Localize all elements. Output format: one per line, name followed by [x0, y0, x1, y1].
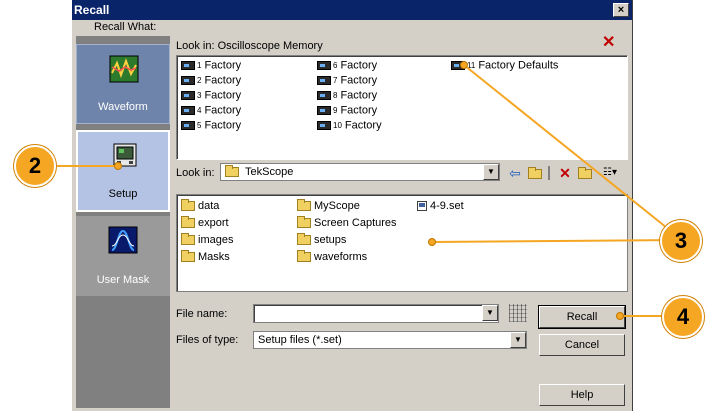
callout-dot — [114, 162, 122, 170]
callout-badge-2: 2 — [14, 145, 56, 187]
callout-badge-3: 3 — [660, 220, 702, 262]
callout-dot — [428, 238, 436, 246]
callout-badge-4: 4 — [662, 296, 704, 338]
callout-line-3a — [463, 64, 683, 241]
callout-dot — [460, 61, 468, 69]
callout-dot — [616, 312, 624, 320]
callout-lines — [34, 64, 684, 317]
callout-line-3b — [431, 239, 683, 243]
